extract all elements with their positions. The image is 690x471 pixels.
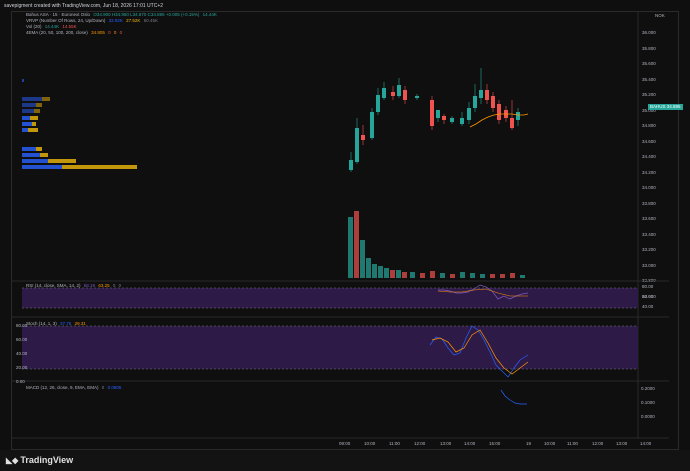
tradingview-logo[interactable]: ◣◆ TradingView (6, 455, 73, 465)
stoch-band (22, 326, 638, 369)
volume-bar (450, 274, 455, 278)
candles (349, 68, 520, 172)
volume-bar (520, 275, 525, 278)
volume-bar (402, 272, 407, 278)
tradingview-logo-icon: ◣◆ (6, 456, 19, 465)
macd-name: MACD (12, 26, close, 9, EMA, EMA) (26, 385, 99, 390)
rsi-v4: 0 (118, 283, 122, 288)
rsi-name: RSI (14, close, SMA, 14, 2) (26, 283, 81, 288)
candle-body (430, 100, 434, 126)
volume-bar (460, 272, 465, 278)
volume-bar (440, 273, 445, 278)
rsi-legend[interactable]: RSI (14, close, SMA, 14, 2) 58.19 63.25 … (26, 283, 123, 288)
stoch-axis-label: 80.00 (16, 323, 28, 328)
macd-line (500, 389, 527, 405)
candle-body (415, 96, 419, 98)
time-axis-label: 10:00 (364, 441, 376, 446)
time-axis-label: 19 (526, 441, 532, 446)
time-axis-label: 14:00 (640, 441, 652, 446)
volume-bar (348, 217, 353, 278)
volume-bar (510, 273, 515, 278)
footer-bar (0, 450, 690, 471)
candle-body (491, 96, 495, 108)
stoch-axis-label: 20.00 (16, 365, 28, 370)
stoch-v2: 29.31 (74, 321, 86, 326)
stoch-axis-label: 0.00 (16, 379, 25, 384)
stoch-name: Stoch (14, 1, 3) (26, 321, 57, 326)
volume-bar (420, 273, 425, 278)
stoch-v1: 37.76 (60, 321, 72, 326)
macd-v1: 0 (101, 385, 105, 390)
candle-body (382, 88, 386, 98)
volume-bar (378, 266, 383, 278)
time-axis-label: 12:00 (414, 441, 426, 446)
macd-v2: 0.0805 (107, 385, 122, 390)
macd-axis-label: 0.0000 (641, 414, 655, 419)
time-axis-label: 13:00 (616, 441, 628, 446)
volume-profile (22, 79, 137, 169)
volume-bar (384, 268, 389, 278)
candle-body (403, 90, 407, 100)
candle-body (436, 110, 440, 118)
candle-body (376, 95, 380, 112)
time-axis-label: 13:00 (440, 441, 452, 446)
candle-body (467, 108, 471, 120)
volume-bar (470, 273, 475, 278)
macd-axis-label: 0.2000 (641, 386, 655, 391)
volume-bar (360, 240, 365, 278)
candle-body (349, 160, 353, 170)
candle-body (361, 135, 365, 140)
stoch-legend[interactable]: Stoch (14, 1, 3) 37.76 29.31 (26, 321, 88, 326)
time-axis-label: 10:00 (544, 441, 556, 446)
candle-body (460, 118, 464, 124)
candle-body (510, 118, 514, 128)
candle-body (479, 90, 483, 98)
rsi-axis-label: 40.00 (642, 304, 654, 309)
rsi-axis-label: 80.00 (642, 284, 654, 289)
volume-bar (430, 271, 435, 278)
candle-body (450, 118, 454, 122)
tradingview-logo-text: TradingView (20, 455, 74, 465)
volume-bar (490, 274, 495, 278)
rsi-v1: 58.19 (83, 283, 96, 288)
candle-body (485, 90, 489, 100)
macd-legend[interactable]: MACD (12, 26, close, 9, EMA, EMA) 0 0.08… (26, 385, 123, 390)
macd-axis-label: 0.1000 (641, 400, 655, 405)
time-axis-label: 11:00 (567, 441, 578, 446)
time-axis-label: 09:00 (339, 441, 351, 446)
volume-bar (410, 272, 415, 278)
rsi-axis-label: 60.00 (642, 294, 654, 299)
volume-bar (390, 270, 395, 278)
chart-canvas[interactable] (0, 0, 690, 471)
stoch-axis-label: 60.00 (16, 337, 28, 342)
candle-body (442, 116, 446, 120)
time-axis-label: 11:00 (389, 441, 400, 446)
volume-bar (480, 274, 485, 278)
time-axis-label: 14:00 (464, 441, 476, 446)
volume-bar (372, 264, 377, 278)
volume-bars (348, 211, 525, 278)
candle-body (355, 128, 359, 162)
volume-bar (366, 258, 371, 278)
candle-body (370, 112, 374, 138)
candle-body (397, 85, 401, 96)
time-axis-label: 12:00 (592, 441, 604, 446)
candle-body (391, 92, 395, 96)
time-axis-label: 15:00 (489, 441, 501, 446)
volume-bar (396, 270, 401, 278)
volume-bar (500, 274, 505, 278)
candle-body (516, 112, 520, 120)
rsi-band (22, 288, 638, 308)
stoch-axis-label: 40.00 (16, 351, 28, 356)
candle-body (473, 96, 477, 108)
candle-body (497, 104, 501, 120)
rsi-v3: 0 (112, 283, 116, 288)
rsi-v2: 63.25 (98, 283, 110, 288)
volume-bar (354, 211, 359, 278)
